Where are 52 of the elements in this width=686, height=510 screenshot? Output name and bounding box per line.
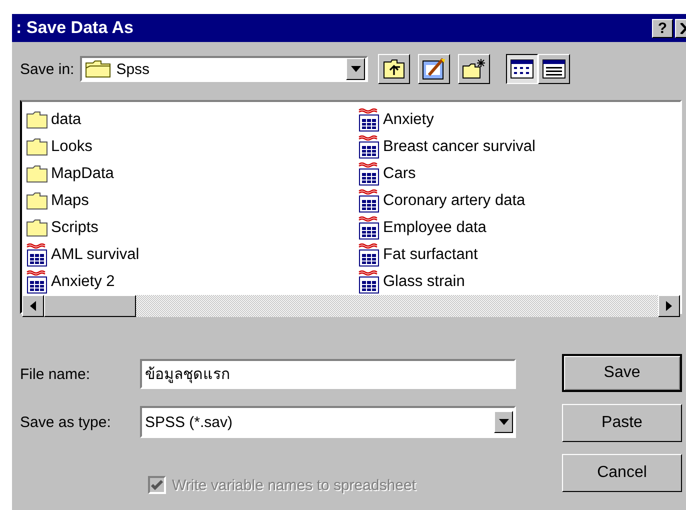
scroll-thumb[interactable]: [44, 295, 136, 317]
save-as-type-label: Save as type:: [20, 414, 112, 430]
cancel-button[interactable]: Cancel: [562, 454, 682, 492]
folder-icon: [26, 138, 48, 156]
save-button[interactable]: Save: [562, 354, 682, 392]
file-item[interactable]: Looks: [26, 133, 358, 160]
data-file-icon: [358, 134, 380, 158]
new-folder-button[interactable]: [458, 54, 490, 84]
file-item[interactable]: Fat surfactant: [358, 241, 658, 268]
file-item[interactable]: AML survival: [26, 241, 358, 268]
data-file-icon: [358, 162, 380, 186]
data-file-icon: [358, 108, 380, 132]
file-item[interactable]: Glass strain: [358, 268, 658, 295]
left-arrow-icon: [30, 301, 36, 311]
file-item[interactable]: MapData: [26, 160, 358, 187]
horizontal-scrollbar[interactable]: [22, 295, 680, 317]
file-item[interactable]: Breast cancer survival: [358, 133, 658, 160]
data-file-icon: [358, 216, 380, 240]
file-name-label: File name:: [20, 366, 92, 382]
file-item[interactable]: Anxiety 2: [26, 268, 358, 295]
data-file-icon: [26, 242, 48, 266]
data-file-icon: [358, 188, 380, 212]
window-title: : Save Data As: [16, 18, 134, 38]
up-folder-button[interactable]: [378, 54, 410, 84]
scroll-left-button[interactable]: [22, 295, 44, 317]
file-item[interactable]: Coronary artery data: [358, 187, 658, 214]
file-item[interactable]: Cars: [358, 160, 658, 187]
folder-icon: [26, 218, 48, 236]
save-as-type-dropdown[interactable]: SPSS (*.sav): [140, 406, 516, 438]
help-button[interactable]: ?: [652, 18, 673, 38]
file-item[interactable]: Employee data: [358, 214, 658, 241]
folder-icon: [26, 192, 48, 210]
paste-button[interactable]: Paste: [562, 404, 682, 442]
details-view-button[interactable]: [538, 54, 570, 84]
file-item[interactable]: Anxiety: [358, 106, 658, 133]
data-file-icon: [358, 270, 380, 294]
file-item[interactable]: Maps: [26, 187, 358, 214]
checkbox-label: Write variable names to spreadsheet: [172, 476, 416, 494]
folder-icon: [85, 60, 112, 78]
file-item[interactable]: data: [26, 106, 358, 133]
data-file-icon: [26, 270, 48, 294]
save-in-label: Save in:: [20, 60, 74, 78]
data-file-icon: [358, 242, 380, 266]
right-arrow-icon: [666, 301, 672, 311]
file-name-field[interactable]: ข้อมูลชุดแรก: [140, 359, 516, 389]
save-in-dropdown[interactable]: Spss: [80, 56, 368, 82]
file-item[interactable]: Scripts: [26, 214, 358, 241]
scroll-right-button[interactable]: [658, 295, 680, 317]
desktop-button[interactable]: [418, 54, 450, 84]
folder-icon: [26, 164, 48, 182]
folder-icon: [26, 110, 48, 128]
list-view-button[interactable]: [506, 54, 538, 84]
